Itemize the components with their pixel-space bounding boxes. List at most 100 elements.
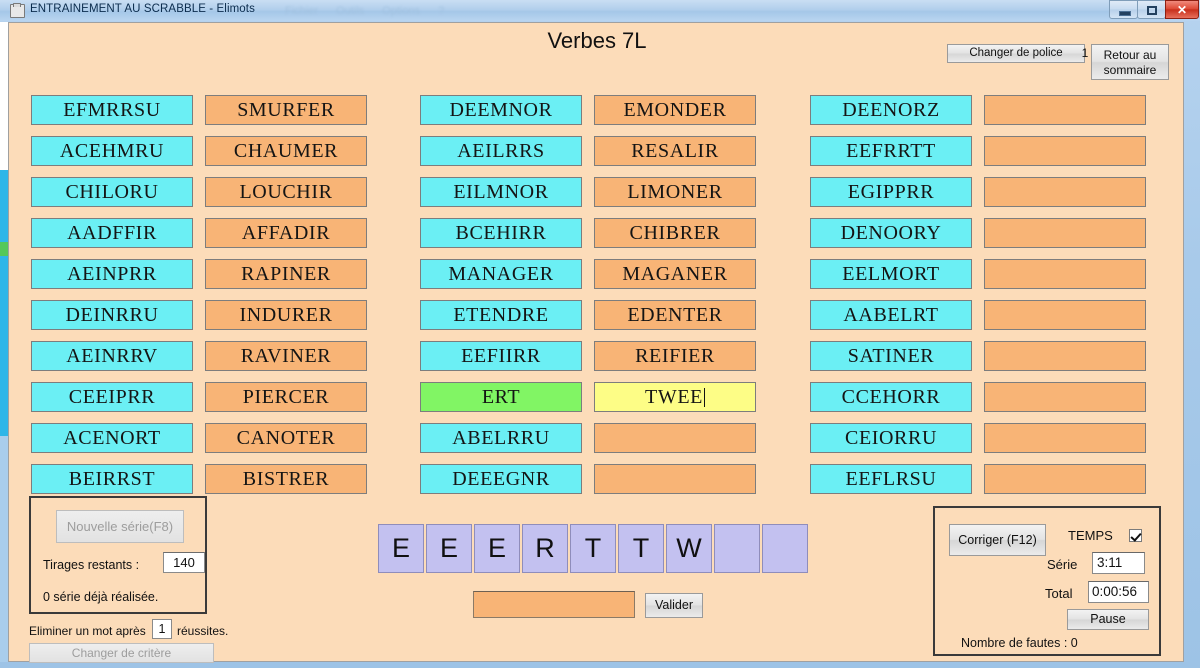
solution-cell[interactable] (984, 341, 1146, 371)
pause-button[interactable]: Pause (1067, 609, 1149, 630)
solution-cell[interactable]: INDURER (205, 300, 367, 330)
anagram-cell[interactable]: DEEMNOR (420, 95, 582, 125)
letter-tile[interactable]: T (618, 524, 664, 573)
anagram-cell[interactable]: EEFIIRR (420, 341, 582, 371)
letter-tile[interactable]: E (378, 524, 424, 573)
solution-cell[interactable] (984, 136, 1146, 166)
text-caret (703, 388, 705, 407)
anagram-cell[interactable]: CHILORU (31, 177, 193, 207)
anagram-cell[interactable]: EEFLRSU (810, 464, 972, 494)
anagram-cell[interactable]: EILMNOR (420, 177, 582, 207)
solution-cell[interactable] (984, 382, 1146, 412)
anagram-cell[interactable]: EELMORT (810, 259, 972, 289)
solution-cell[interactable] (984, 300, 1146, 330)
letter-tile[interactable]: E (426, 524, 472, 573)
anagram-cell[interactable]: AEINRRV (31, 341, 193, 371)
validate-button[interactable]: Valider (645, 593, 703, 618)
menu-item-1[interactable]: Outils (336, 5, 364, 17)
anagram-cell[interactable]: DEEEGNR (420, 464, 582, 494)
solution-cell[interactable]: EMONDER (594, 95, 756, 125)
letter-tile[interactable]: R (522, 524, 568, 573)
solution-cell[interactable]: EDENTER (594, 300, 756, 330)
new-series-button[interactable]: Nouvelle série(F8) (56, 510, 184, 543)
solution-cell[interactable]: MAGANER (594, 259, 756, 289)
solution-cell[interactable]: CHIBRER (594, 218, 756, 248)
anagram-cell[interactable]: DENOORY (810, 218, 972, 248)
close-icon: ✕ (1176, 3, 1188, 17)
letter-tile[interactable]: W (666, 524, 712, 573)
solution-cell[interactable]: CANOTER (205, 423, 367, 453)
solution-cell[interactable]: RAVINER (205, 341, 367, 371)
anagram-cell[interactable]: BEIRRST (31, 464, 193, 494)
remaining-draws-value[interactable]: 140 (163, 552, 205, 573)
solution-cell[interactable] (594, 464, 756, 494)
eliminate-word-label: Eliminer un mot après (29, 624, 146, 638)
solution-cell[interactable]: BISTRER (205, 464, 367, 494)
anagram-cell[interactable]: AABELRT (810, 300, 972, 330)
solution-cell[interactable]: TWEE (594, 382, 756, 412)
anagram-cell[interactable]: CEIORRU (810, 423, 972, 453)
letter-tile[interactable]: E (474, 524, 520, 573)
time-checkbox[interactable] (1129, 529, 1142, 542)
solution-cell[interactable] (984, 95, 1146, 125)
letter-tile[interactable]: T (570, 524, 616, 573)
solution-cell[interactable] (984, 464, 1146, 494)
anagram-cell[interactable]: ABELRRU (420, 423, 582, 453)
solution-cell[interactable] (984, 177, 1146, 207)
eliminate-threshold-input[interactable]: 1 (152, 619, 172, 639)
menu-bar-blurred[interactable]: Fichier Outils Options ? (285, 4, 444, 17)
timer-panel: Corriger (F12) TEMPS Série 3:11 Total 0:… (933, 506, 1161, 656)
maximize-icon (1147, 6, 1157, 15)
solution-cell[interactable]: LIMONER (594, 177, 756, 207)
back-to-summary-button[interactable]: Retour au sommaire (1091, 44, 1169, 80)
change-criteria-button[interactable]: Changer de critère (29, 643, 214, 663)
series-time-value[interactable]: 3:11 (1092, 552, 1145, 574)
change-font-button[interactable]: Changer de police (947, 44, 1085, 63)
anagram-cell[interactable]: MANAGER (420, 259, 582, 289)
series-time-label: Série (1047, 557, 1078, 572)
anagram-cell[interactable]: ERT (420, 382, 582, 412)
anagram-cell[interactable]: AADFFIR (31, 218, 193, 248)
anagram-cell[interactable]: BCEHIRR (420, 218, 582, 248)
solution-cell[interactable]: SMURFER (205, 95, 367, 125)
anagram-cell[interactable]: AEINPRR (31, 259, 193, 289)
window-app-icon (10, 3, 25, 18)
solution-cell[interactable] (984, 218, 1146, 248)
minimize-button[interactable] (1109, 0, 1138, 19)
anagram-cell[interactable]: CCEHORR (810, 382, 972, 412)
menu-item-0[interactable]: Fichier (285, 5, 318, 17)
maximize-button[interactable] (1137, 0, 1166, 19)
anagram-cell[interactable]: DEENORZ (810, 95, 972, 125)
anagram-cell[interactable]: ETENDRE (420, 300, 582, 330)
anagram-cell[interactable]: EEFRRTT (810, 136, 972, 166)
empty-tile[interactable] (714, 524, 760, 573)
answer-input[interactable] (473, 591, 635, 618)
close-button[interactable]: ✕ (1165, 0, 1199, 19)
anagram-cell[interactable]: ACENORT (31, 423, 193, 453)
solution-cell[interactable] (594, 423, 756, 453)
anagram-cell[interactable]: CEEIPRR (31, 382, 193, 412)
empty-tile[interactable] (762, 524, 808, 573)
solution-cell[interactable]: AFFADIR (205, 218, 367, 248)
anagram-cell[interactable]: SATINER (810, 341, 972, 371)
menu-item-2[interactable]: Options (382, 5, 420, 17)
anagram-cell[interactable]: EFMRRSU (31, 95, 193, 125)
solution-cell[interactable]: PIERCER (205, 382, 367, 412)
solution-cell[interactable]: RAPINER (205, 259, 367, 289)
solution-cell[interactable] (984, 423, 1146, 453)
solution-cell[interactable] (984, 259, 1146, 289)
solution-cell[interactable]: RESALIR (594, 136, 756, 166)
minimize-icon (1119, 11, 1131, 16)
correct-button[interactable]: Corriger (F12) (949, 524, 1046, 556)
anagram-cell[interactable]: EGIPPRR (810, 177, 972, 207)
total-time-value[interactable]: 0:00:56 (1088, 581, 1149, 603)
anagram-cell[interactable]: AEILRRS (420, 136, 582, 166)
total-time-label: Total (1045, 586, 1073, 601)
solution-cell[interactable]: LOUCHIR (205, 177, 367, 207)
solution-cell[interactable]: CHAUMER (205, 136, 367, 166)
solution-cell[interactable]: REIFIER (594, 341, 756, 371)
anagram-cell[interactable]: DEINRRU (31, 300, 193, 330)
menu-item-3[interactable]: ? (438, 5, 444, 17)
anagram-cell[interactable]: ACEHMRU (31, 136, 193, 166)
application-window: ENTRAINEMENT AU SCRABBLE - Elimots Fichi… (0, 0, 1200, 668)
